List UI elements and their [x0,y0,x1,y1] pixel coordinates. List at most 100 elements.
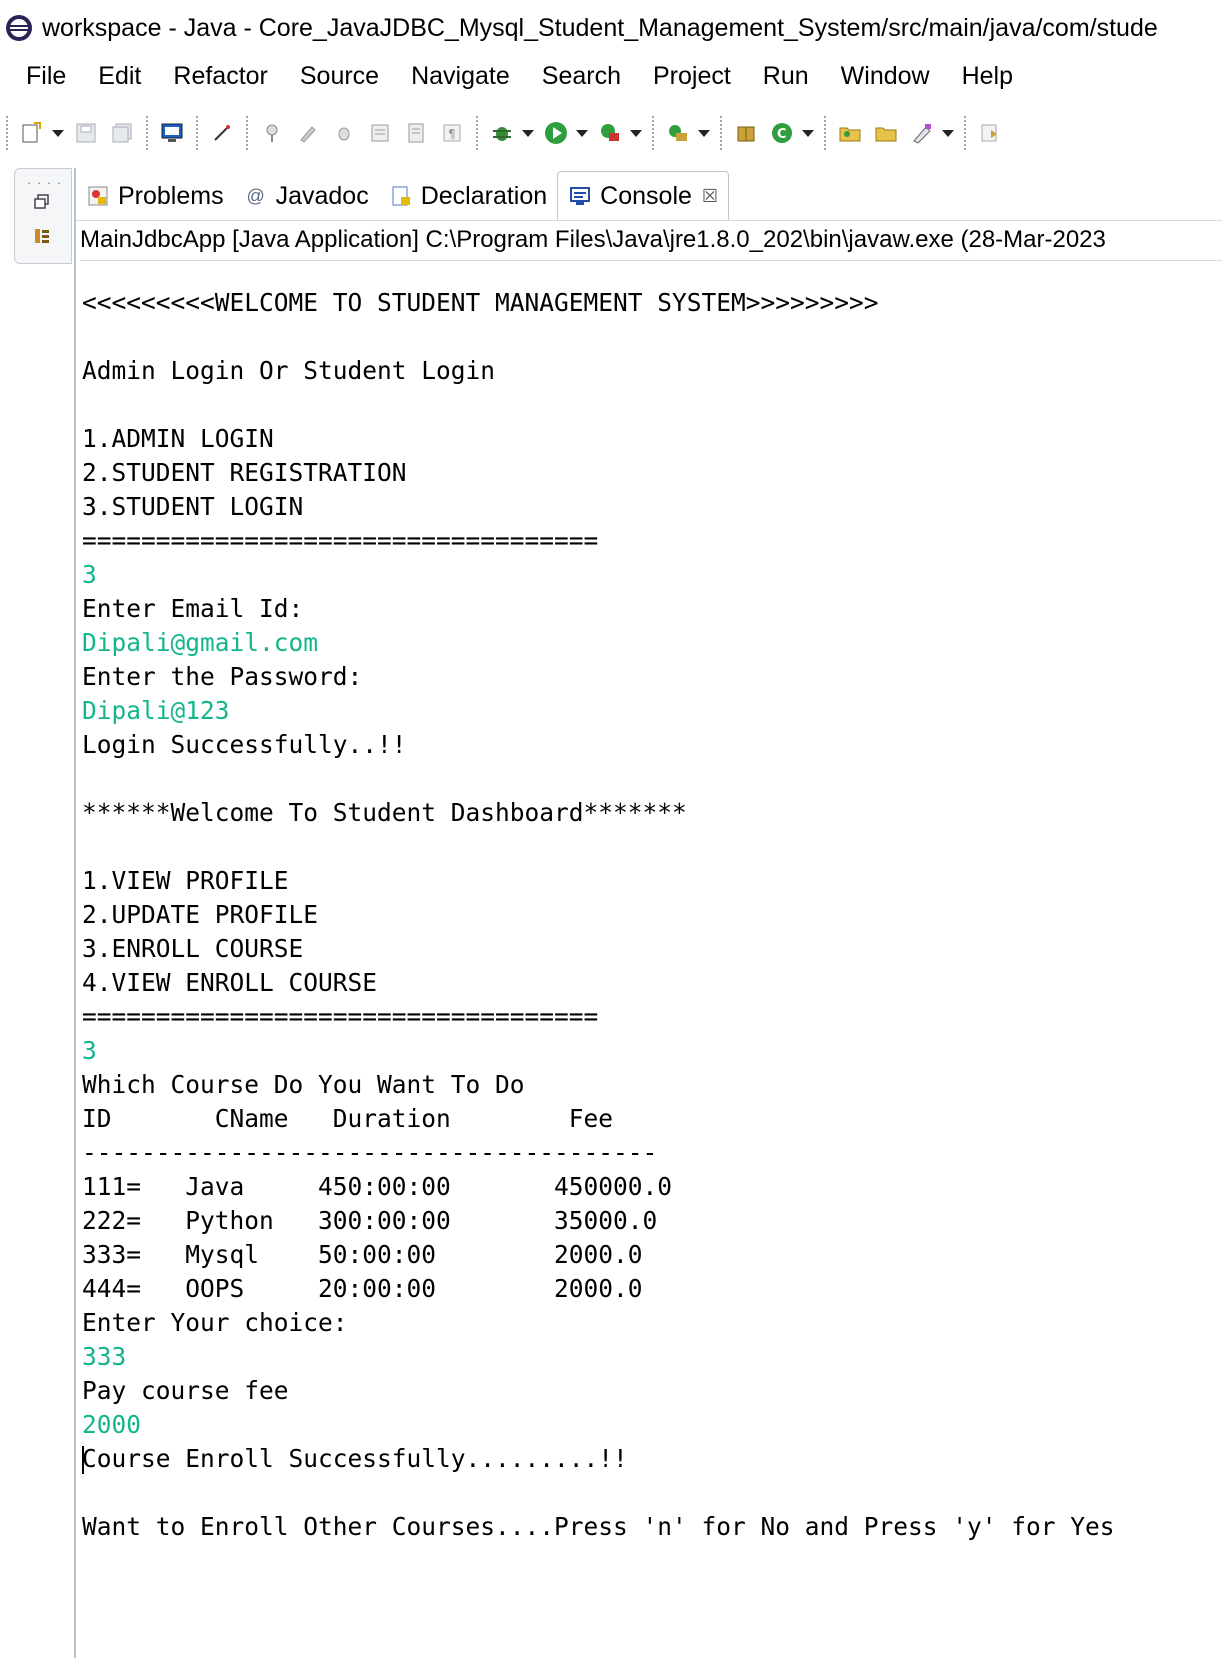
menu-search[interactable]: Search [542,62,621,91]
tab-label: Javadoc [275,181,369,210]
console-output-line: Enter the Password: [82,662,363,691]
console-output-line: 444= OOPS 20:00:00 2000.0 [82,1274,643,1303]
restore-icon[interactable] [33,193,51,211]
main-toolbar: ¶ C [0,100,1222,166]
tab-console[interactable]: Console ☒ [557,171,730,220]
tab-declaration[interactable]: Declaration [379,172,557,220]
toolbar-separator [476,116,478,150]
new-dropdown-caret[interactable] [52,129,64,137]
console-output-line: 333= Mysql 50:00:00 2000.0 [82,1240,643,1269]
console-output-line: 111= Java 450:00:00 450000.0 [82,1172,673,1201]
menu-window[interactable]: Window [841,62,930,91]
console-input-line: 3 [82,1036,97,1065]
marker-icon[interactable] [908,119,936,147]
console-output-line: ******Welcome To Student Dashboard******… [82,798,687,827]
console-input-line: Dipali@gmail.com [82,628,319,657]
menu-refactor[interactable]: Refactor [173,62,267,91]
tab-label: Console [600,181,692,210]
console-input-line: Dipali@123 [82,696,230,725]
menu-edit[interactable]: Edit [98,62,141,91]
pin-icon[interactable] [258,119,286,147]
menu-help[interactable]: Help [962,62,1013,91]
run-icon[interactable] [542,119,570,147]
toolbar-separator [196,116,198,150]
console-output-line: 2.STUDENT REGISTRATION [82,458,407,487]
console-output-line: Pay course fee [82,1376,289,1405]
debug-dropdown-caret[interactable] [522,129,534,137]
marker-dropdown-caret[interactable] [942,129,954,137]
menu-project[interactable]: Project [653,62,731,91]
coverage-icon[interactable] [596,119,624,147]
open-folder-icon[interactable] [872,119,900,147]
console-output-line: Which Course Do You Want To Do [82,1070,525,1099]
bug-icon[interactable] [330,119,358,147]
console-output-line: 1.VIEW PROFILE [82,866,289,895]
compare-icon[interactable] [366,119,394,147]
text-cursor [82,1446,84,1474]
console-output-line: Want to Enroll Other Courses....Press 'n… [82,1512,1115,1541]
external-tools-icon[interactable] [664,119,692,147]
new-package-icon[interactable] [732,119,760,147]
new-class-icon[interactable]: C [768,119,796,147]
coverage-dropdown-caret[interactable] [630,129,642,137]
wand-icon[interactable] [208,119,236,147]
terminal-icon[interactable] [158,119,186,147]
console-output-line: 2.UPDATE PROFILE [82,900,319,929]
tab-label: Declaration [420,181,548,210]
console-output-line: 222= Python 300:00:00 35000.0 [82,1206,658,1235]
toolbar-separator [246,116,248,150]
console-input-line: 333 [82,1342,127,1371]
console-output-line: Course Enroll Successfully.........!! [82,1444,628,1474]
svg-text:¶: ¶ [448,127,456,141]
new-class-dropdown-caret[interactable] [802,129,814,137]
console-input-line: 2000 [82,1410,142,1439]
menu-navigate[interactable]: Navigate [411,62,510,91]
toolbar-separator [146,116,148,150]
save-all-icon[interactable] [108,119,136,147]
pen-icon[interactable] [294,119,322,147]
console-output[interactable]: <<<<<<<<<WELCOME TO STUDENT MANAGEMENT S… [82,286,1222,1544]
toolbar-separator [6,116,8,150]
minimized-views-bar: · · · · [14,168,72,264]
close-icon[interactable]: ☒ [702,186,718,207]
drag-handle-icon[interactable]: · · · · [27,175,62,190]
console-output-line: =================================== [82,1002,599,1031]
console-output-line: <<<<<<<<<WELCOME TO STUDENT MANAGEMENT S… [82,288,879,317]
run-dropdown-caret[interactable] [576,129,588,137]
tab-problems[interactable]: Problems [76,172,234,220]
view-tabs: Problems @ Javadoc Declaration Console ☒ [76,168,1222,221]
menu-bar: File Edit Refactor Source Navigate Searc… [0,56,1222,96]
svg-text:C: C [777,127,787,142]
paragraph-icon[interactable]: ¶ [438,119,466,147]
console-icon [568,184,592,208]
console-output-line: 1.ADMIN LOGIN [82,424,274,453]
new-icon[interactable] [18,119,46,147]
console-output-line: 3.STUDENT LOGIN [82,492,304,521]
debug-icon[interactable] [488,119,516,147]
toolbar-separator [652,116,654,150]
at-icon: @ [246,185,265,206]
console-output-line: Enter Email Id: [82,594,304,623]
external-tools-dropdown-caret[interactable] [698,129,710,137]
title-bar: workspace - Java - Core_JavaJDBC_Mysql_S… [0,0,1222,56]
toolbar-separator [824,116,826,150]
problems-icon [86,184,110,208]
next-annotation-icon[interactable] [976,119,1004,147]
document-icon[interactable] [402,119,430,147]
console-output-line: ID CName Duration Fee [82,1104,614,1133]
menu-file[interactable]: File [26,62,66,91]
tab-javadoc[interactable]: @ Javadoc [234,172,379,220]
console-output-line: Login Successfully..!! [82,730,407,759]
package-explorer-icon[interactable] [33,227,51,245]
open-type-icon[interactable] [836,119,864,147]
menu-source[interactable]: Source [300,62,379,91]
tab-label: Problems [118,181,224,210]
console-output-line: Admin Login Or Student Login [82,356,496,385]
console-output-line: --------------------------------------- [82,1138,658,1167]
save-icon[interactable] [72,119,100,147]
menu-run[interactable]: Run [763,62,809,91]
window-title: workspace - Java - Core_JavaJDBC_Mysql_S… [42,13,1158,42]
